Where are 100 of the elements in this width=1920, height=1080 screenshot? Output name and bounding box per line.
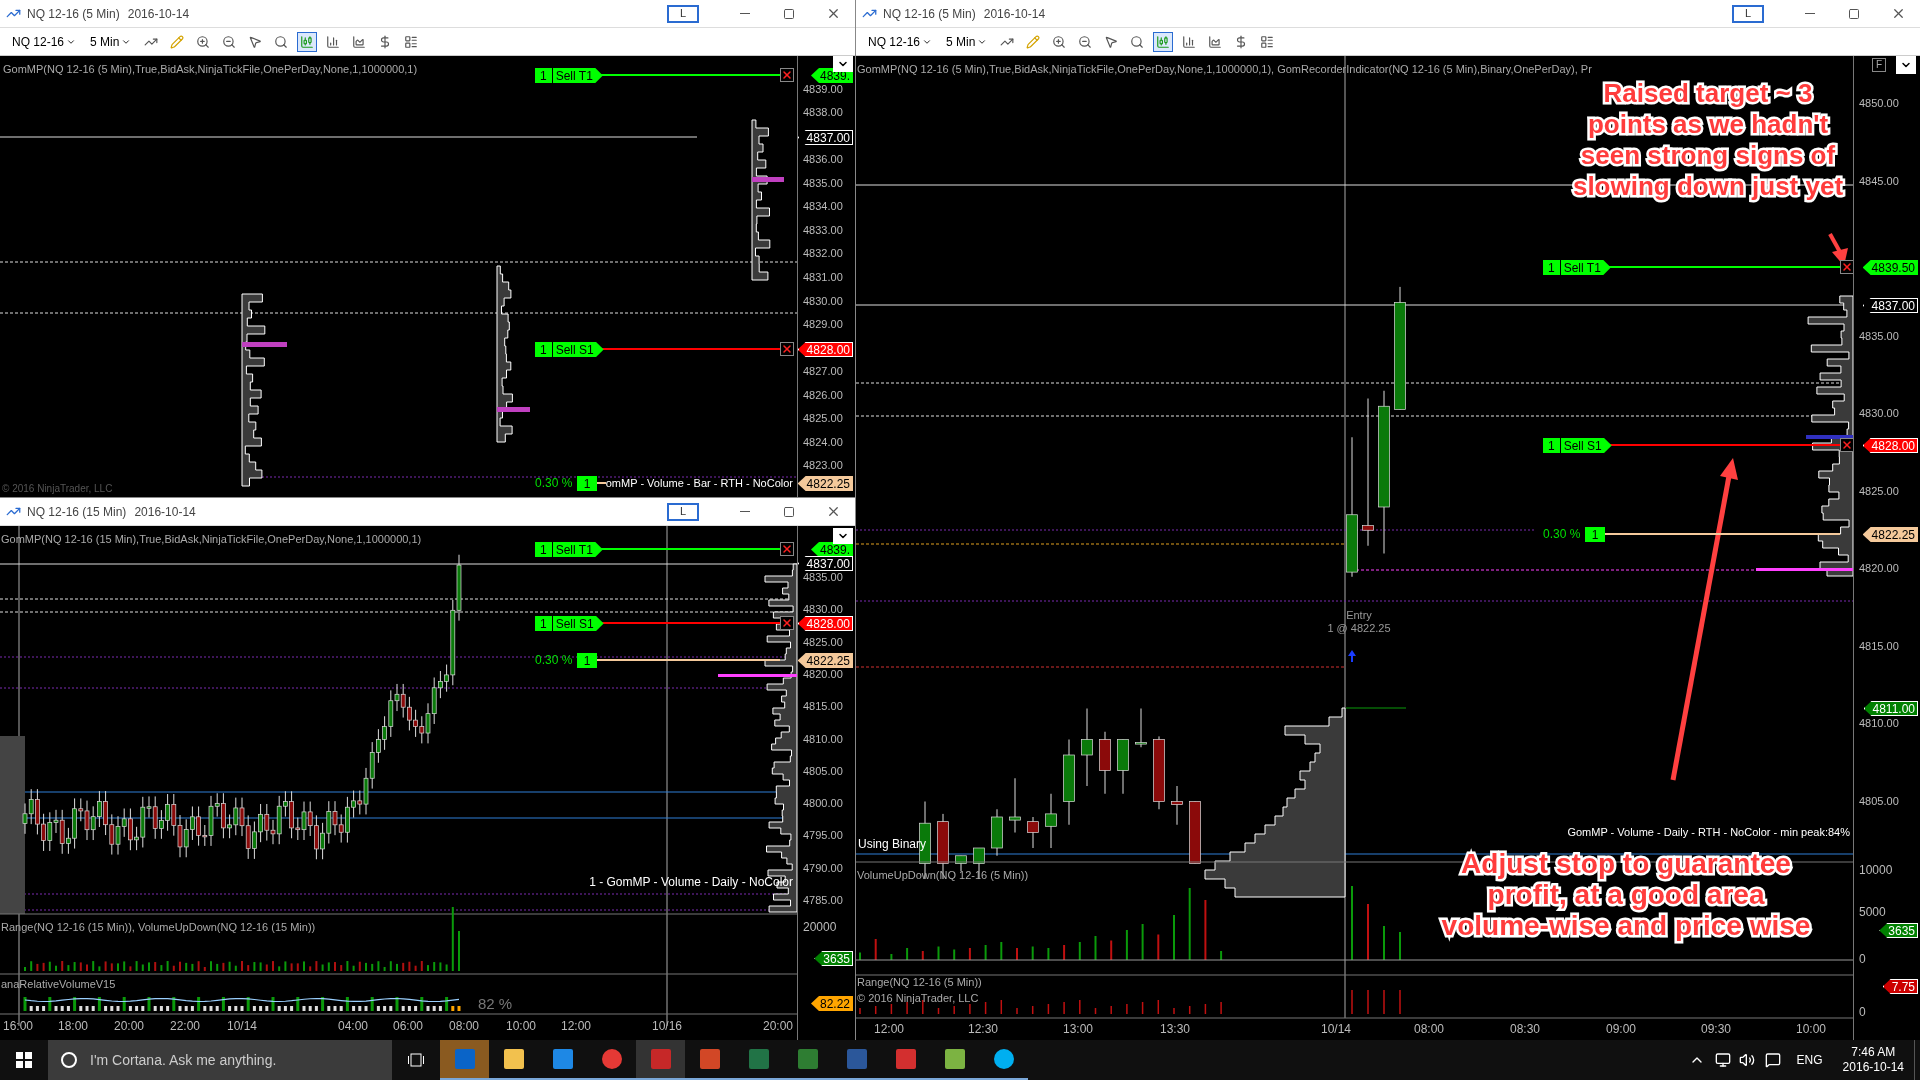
time-axis-label: 04:00 xyxy=(338,1020,368,1032)
price-tag: 3635 xyxy=(814,951,853,966)
volume-axis-label: 5000 xyxy=(1859,906,1886,918)
layout-button[interactable]: L xyxy=(1732,4,1764,23)
time-axis-label: 13:00 xyxy=(1063,1023,1093,1035)
clock-date[interactable]: 2016-10-14 xyxy=(1842,1060,1904,1075)
layout-button[interactable]: L xyxy=(667,502,699,521)
price-axis-label: 4805.00 xyxy=(803,765,843,777)
position-quantity[interactable]: 1 xyxy=(1585,527,1605,542)
price-axis-label: 4836.00 xyxy=(803,154,843,166)
price-axis-label: 4850.00 xyxy=(1859,98,1899,109)
price-axis-label: 4810.00 xyxy=(803,733,843,745)
entry-price-label: 1 @ 4822.25 xyxy=(1327,623,1391,634)
corner-button[interactable]: F xyxy=(1872,58,1886,72)
clock-time[interactable]: 7:46 AM xyxy=(1851,1045,1896,1060)
position-quantity[interactable]: 1 xyxy=(577,476,597,491)
price-tag: 4811.00 xyxy=(1863,701,1918,716)
volume-axis-label: 20000 xyxy=(803,921,837,933)
time-axis-label: 18:00 xyxy=(58,1020,88,1032)
panel-title: Range(NQ 12-16 (15 Min)), VolumeUpDown(NQ 12-16 (15 Min)) xyxy=(1,920,316,935)
entry-label: Entry xyxy=(1346,610,1372,621)
price-tag: 4837.00 xyxy=(797,556,853,571)
position-percent: 0.30 % xyxy=(535,654,573,666)
time-axis-label: 08:00 xyxy=(1414,1023,1444,1035)
profile-label: omMP - Volume - Bar - RTH - NoColor xyxy=(605,478,793,489)
price-axis-label: 4838.00 xyxy=(803,107,843,119)
time-axis-label: 10/16 xyxy=(652,1020,682,1032)
price-axis-label: 4835.00 xyxy=(803,572,843,583)
window-date: 2016-10-14 xyxy=(134,503,196,521)
price-tag: 4839.50 xyxy=(1862,260,1918,275)
time-axis-label: 10/14 xyxy=(1321,1023,1351,1035)
language-indicator[interactable]: ENG xyxy=(1796,1051,1823,1069)
price-tag: 4822.25 xyxy=(797,653,853,668)
time-axis-label: 12:00 xyxy=(561,1020,591,1032)
instrument-dropdown[interactable]: NQ 12-16 xyxy=(864,32,937,51)
price-axis-label: 4830.00 xyxy=(803,604,843,616)
price-tag: 4828.00 xyxy=(797,342,853,357)
time-axis-label: 10/14 xyxy=(227,1020,257,1032)
copyright-text: © 2016 NinjaTrader, LLC xyxy=(2,484,113,494)
price-axis-label: 4835.00 xyxy=(803,177,843,189)
price-tag: 4837.00 xyxy=(797,130,853,145)
window-title: NQ 12-16 (15 Min) xyxy=(27,503,127,521)
price-tag: 4822.25 xyxy=(1862,527,1918,542)
time-axis-label: 09:00 xyxy=(1606,1023,1636,1035)
price-axis-label: 4824.00 xyxy=(803,436,843,448)
price-tag: 4828.00 xyxy=(1862,438,1918,453)
instrument-dropdown[interactable]: NQ 12-16 xyxy=(8,32,81,51)
time-axis-label: 09:30 xyxy=(1701,1023,1731,1035)
price-axis-label: 4790.00 xyxy=(803,862,843,874)
price-axis-label: 4800.00 xyxy=(803,798,843,810)
time-axis-label: 20:00 xyxy=(114,1020,144,1032)
price-tag: 7.75 xyxy=(1882,979,1918,994)
indicator-label: GomMP(NQ 12-16 (5 Min),True,BidAsk,NinjaTickFile,OnePerDay,None,1,1000000,1), GomRecorderIndicator(NQ 12-16 (5 Min),Binary,OnePerDay), Pr xyxy=(857,62,1592,77)
interval-dropdown[interactable]: 5 Min xyxy=(86,32,136,51)
annotation-text: Adjust stop to guarantee profit, at a good area volume-wise and price wise xyxy=(1441,848,1811,941)
price-axis-label: 4805.00 xyxy=(1859,795,1899,807)
panel-title: Range(NQ 12-16 (5 Min)) xyxy=(857,977,982,988)
price-axis-label: 4830.00 xyxy=(803,295,843,307)
time-axis-label: 12:00 xyxy=(874,1023,904,1035)
price-axis-label: 4834.00 xyxy=(803,201,843,213)
relative-volume-reading: 82 % xyxy=(478,996,513,1011)
time-axis-label: 08:30 xyxy=(1510,1023,1540,1035)
time-axis-label: 10:00 xyxy=(1796,1023,1826,1035)
price-axis-label: 4823.00 xyxy=(803,460,843,472)
indicator-label: GomMP(NQ 12-16 (5 Min),True,BidAsk,NinjaTickFile,OnePerDay,None,1,1000000,1) xyxy=(3,62,418,77)
copyright-text: © 2016 NinjaTrader, LLC xyxy=(857,993,979,1004)
price-axis-label: 4827.00 xyxy=(803,366,843,378)
time-axis-label: 10:00 xyxy=(506,1020,536,1032)
price-axis-label: 4820.00 xyxy=(803,668,843,680)
price-axis-label: 4839.00 xyxy=(803,83,843,95)
price-tag: 4828.00 xyxy=(797,616,853,631)
time-axis-label: 22:00 xyxy=(170,1020,200,1032)
volume-axis-label: 10000 xyxy=(1859,864,1893,876)
price-tag: 82.22 xyxy=(810,996,853,1011)
price-tag: 4837.00 xyxy=(1862,298,1918,313)
price-axis-label: 4831.00 xyxy=(803,271,843,283)
range-axis-label: 0 xyxy=(1859,1006,1866,1018)
price-tag: 3635 xyxy=(1879,923,1918,938)
price-axis-label: 4845.00 xyxy=(1859,175,1899,187)
time-axis-label: 13:30 xyxy=(1160,1023,1190,1035)
price-axis-label: 4815.00 xyxy=(803,701,843,713)
interval-dropdown[interactable]: 5 Min xyxy=(942,32,992,51)
indicator-label: GomMP(NQ 12-16 (15 Min),True,BidAsk,NinjaTickFile,OnePerDay,None,1,1000000,1) xyxy=(1,532,422,547)
volume-axis-label: 0 xyxy=(1859,953,1866,965)
profile-label: GomMP - Volume - Daily - RTH - NoColor - min peak:84% xyxy=(1567,827,1850,838)
annotation-text: Raised target ~ 3 points as we hadn't seen strong signs of slowing down just yet xyxy=(1571,78,1845,202)
price-axis-label: 4825.00 xyxy=(803,413,843,425)
price-axis-label: 4815.00 xyxy=(1859,640,1899,652)
price-axis-label: 4795.00 xyxy=(803,830,843,842)
price-axis-label: 4833.00 xyxy=(803,224,843,236)
search-field[interactable]: I'm Cortana. Ask me anything. xyxy=(48,1040,392,1080)
time-axis-label: 12:30 xyxy=(968,1023,998,1035)
position-quantity[interactable]: 1 xyxy=(577,653,597,668)
price-axis-label: 4825.00 xyxy=(803,636,843,648)
price-axis-label: 4830.00 xyxy=(1859,408,1899,419)
layout-button[interactable]: L xyxy=(667,4,699,23)
window-title: NQ 12-16 (5 Min) xyxy=(27,5,120,23)
price-axis-label: 4785.00 xyxy=(803,895,843,906)
price-axis-label: 4829.00 xyxy=(803,319,843,331)
position-percent: 0.30 % xyxy=(1543,528,1581,540)
